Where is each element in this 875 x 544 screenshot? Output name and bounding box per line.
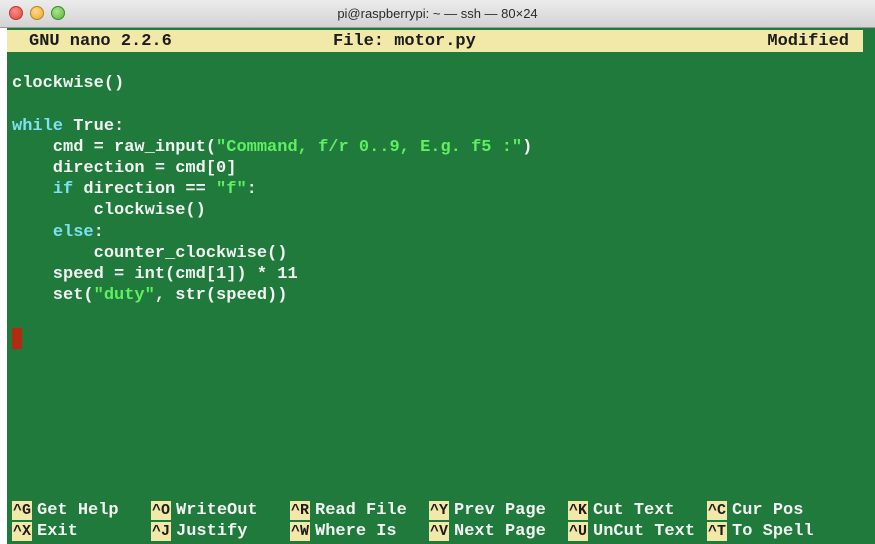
string-literal: "f" [216, 180, 247, 199]
shortcut-prev-page[interactable]: ^Y Prev Page [429, 501, 546, 521]
shortcut-cur-pos[interactable]: ^C Cur Pos [707, 501, 803, 521]
shortcut-get-help[interactable]: ^G Get Help [12, 501, 119, 521]
code-line-11[interactable]: set("duty", str(speed)) [12, 285, 288, 306]
string-literal: "Command, f/r 0..9, E.g. f5 :" [216, 138, 523, 157]
keyword: while [12, 117, 64, 136]
shortcut-cut-text[interactable]: ^K Cut Text [568, 501, 675, 521]
keyword: if [52, 180, 74, 199]
code-line-7[interactable]: clockwise() [12, 200, 206, 221]
code-line-6[interactable]: if direction == "f": [12, 179, 257, 200]
file-name: File: motor.py [333, 32, 476, 51]
text-cursor [12, 328, 22, 349]
keyword: else [52, 223, 94, 242]
shortcut-next-page[interactable]: ^V Next Page [429, 522, 546, 542]
terminal-content[interactable]: GNU nano 2.2.6 File: motor.py Modified c… [7, 28, 875, 544]
shortcut-exit[interactable]: ^X Exit [12, 522, 78, 542]
nano-version: GNU nano 2.2.6 [29, 32, 172, 51]
code-line-1[interactable]: clockwise() [12, 73, 124, 94]
shortcut-writeout[interactable]: ^O WriteOut [151, 501, 258, 521]
terminal-window: pi@raspberrypi: ~ — ssh — 80×24 GNU nano… [0, 0, 875, 544]
string-literal: "duty" [93, 286, 155, 305]
shortcut-where-is[interactable]: ^W Where Is [290, 522, 397, 542]
code-line-10[interactable]: speed = int(cmd[1]) * 11 [12, 264, 298, 285]
code-line-8[interactable]: else: [12, 222, 104, 243]
window-title: pi@raspberrypi: ~ — ssh — 80×24 [337, 6, 538, 21]
shortcut-justify[interactable]: ^J Justify [151, 522, 247, 542]
shortcut-read-file[interactable]: ^R Read File [290, 501, 407, 521]
shortcut-uncut-text[interactable]: ^U UnCut Text [568, 522, 695, 542]
code-line-9[interactable]: counter_clockwise() [12, 243, 288, 264]
shortcut-to-spell[interactable]: ^T To Spell [707, 522, 814, 542]
nano-header-bar: GNU nano 2.2.6 File: motor.py Modified [7, 30, 863, 52]
modified-status: Modified [767, 32, 849, 51]
code-line-4[interactable]: cmd = raw_input("Command, f/r 0..9, E.g.… [12, 137, 533, 158]
code-line-5[interactable]: direction = cmd[0] [12, 158, 237, 179]
title-bar[interactable]: pi@raspberrypi: ~ — ssh — 80×24 [0, 0, 875, 28]
code-line-3[interactable]: while True: [12, 116, 124, 137]
